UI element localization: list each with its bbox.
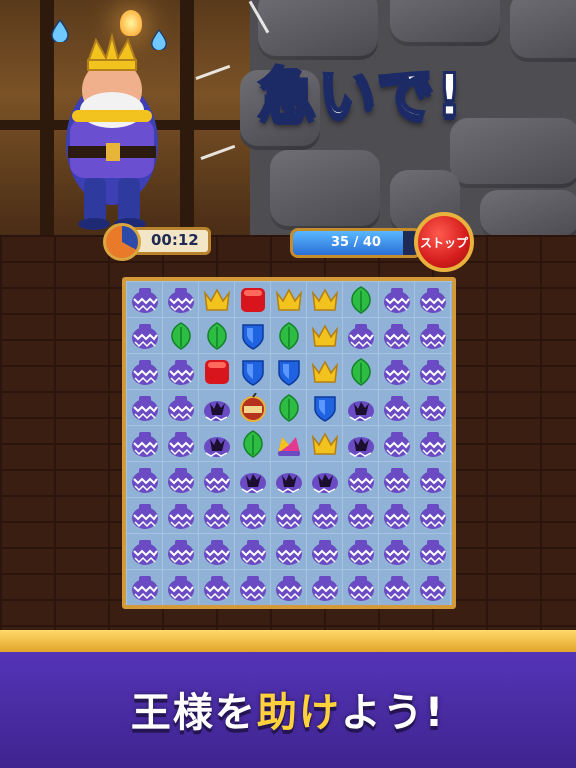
- broken-vase-icon[interactable]: [199, 390, 235, 426]
- vase-icon[interactable]: [163, 462, 199, 498]
- gold-rail: [0, 630, 576, 652]
- red-cube-icon[interactable]: [235, 282, 271, 318]
- crown-icon[interactable]: [199, 282, 235, 318]
- vase-icon[interactable]: [271, 498, 307, 534]
- vase-icon[interactable]: [127, 570, 163, 606]
- vase-icon[interactable]: [415, 318, 451, 354]
- vase-icon[interactable]: [127, 498, 163, 534]
- vase-icon[interactable]: [415, 534, 451, 570]
- broken-vase-icon[interactable]: [199, 426, 235, 462]
- timer-widget: 00:12: [103, 223, 211, 261]
- hurry-headline: 急いで!: [257, 60, 465, 131]
- vase-icon[interactable]: [343, 534, 379, 570]
- vase-icon[interactable]: [271, 534, 307, 570]
- vase-icon[interactable]: [199, 462, 235, 498]
- vase-icon[interactable]: [163, 390, 199, 426]
- green-leaf-icon[interactable]: [271, 390, 307, 426]
- blue-shield-icon[interactable]: [307, 390, 343, 426]
- moves-progress-bar: 35 / 40: [290, 228, 422, 258]
- vase-icon[interactable]: [235, 570, 271, 606]
- green-leaf-icon[interactable]: [343, 282, 379, 318]
- vase-icon[interactable]: [379, 498, 415, 534]
- tagline-part1: 王様を: [130, 690, 257, 736]
- vase-icon[interactable]: [343, 462, 379, 498]
- vase-icon[interactable]: [127, 354, 163, 390]
- vase-icon[interactable]: [415, 498, 451, 534]
- vase-icon[interactable]: [379, 282, 415, 318]
- vase-icon[interactable]: [199, 534, 235, 570]
- vase-icon[interactable]: [379, 570, 415, 606]
- vase-icon[interactable]: [415, 570, 451, 606]
- moves-counter: 35 / 40: [331, 235, 381, 250]
- broken-vase-icon[interactable]: [343, 390, 379, 426]
- vase-icon[interactable]: [163, 534, 199, 570]
- vase-icon[interactable]: [379, 534, 415, 570]
- vase-icon[interactable]: [379, 318, 415, 354]
- crown-icon[interactable]: [307, 318, 343, 354]
- vase-icon[interactable]: [127, 282, 163, 318]
- vase-icon[interactable]: [379, 462, 415, 498]
- tagline-part3: よう!: [340, 690, 446, 736]
- vase-icon[interactable]: [127, 462, 163, 498]
- blue-shield-icon[interactable]: [271, 354, 307, 390]
- vase-icon[interactable]: [307, 570, 343, 606]
- stop-button-label: ストップ: [419, 235, 468, 250]
- vase-icon[interactable]: [163, 354, 199, 390]
- sweat-drop-icon: [51, 18, 69, 42]
- story-scene: 急いで!: [0, 0, 576, 235]
- vase-icon[interactable]: [163, 282, 199, 318]
- vase-icon[interactable]: [199, 498, 235, 534]
- vase-icon[interactable]: [415, 426, 451, 462]
- broken-vase-icon[interactable]: [343, 426, 379, 462]
- vase-icon[interactable]: [163, 498, 199, 534]
- green-leaf-icon[interactable]: [235, 426, 271, 462]
- green-leaf-icon[interactable]: [343, 354, 379, 390]
- green-leaf-icon[interactable]: [199, 318, 235, 354]
- vase-icon[interactable]: [235, 534, 271, 570]
- broken-vase-icon[interactable]: [307, 462, 343, 498]
- crown-icon[interactable]: [271, 282, 307, 318]
- vase-icon[interactable]: [199, 570, 235, 606]
- red-cube-icon[interactable]: [199, 354, 235, 390]
- tagline-highlight: 助け: [256, 690, 341, 736]
- vase-icon[interactable]: [307, 534, 343, 570]
- stop-button[interactable]: ストップ: [414, 212, 474, 272]
- vase-icon[interactable]: [415, 282, 451, 318]
- vase-icon[interactable]: [379, 354, 415, 390]
- vase-icon[interactable]: [127, 318, 163, 354]
- vase-icon[interactable]: [415, 462, 451, 498]
- vase-icon[interactable]: [127, 426, 163, 462]
- timer-text: 00:12: [151, 231, 199, 249]
- crown-icon[interactable]: [307, 282, 343, 318]
- vase-icon[interactable]: [163, 426, 199, 462]
- timer-clock-icon: [103, 223, 141, 261]
- tnt-bomb-icon[interactable]: [235, 390, 271, 426]
- crown-icon[interactable]: [307, 426, 343, 462]
- crown-icon[interactable]: [307, 354, 343, 390]
- blue-shield-icon[interactable]: [235, 318, 271, 354]
- vase-icon[interactable]: [271, 570, 307, 606]
- vase-icon[interactable]: [307, 498, 343, 534]
- vase-icon[interactable]: [127, 534, 163, 570]
- vase-icon[interactable]: [343, 570, 379, 606]
- vase-icon[interactable]: [379, 426, 415, 462]
- vase-icon[interactable]: [415, 354, 451, 390]
- vase-icon[interactable]: [343, 318, 379, 354]
- jester-hat-icon[interactable]: [271, 426, 307, 462]
- vase-icon[interactable]: [379, 390, 415, 426]
- vase-icon[interactable]: [235, 498, 271, 534]
- vase-icon[interactable]: [343, 498, 379, 534]
- tagline: 王様を助けよう!: [0, 680, 576, 738]
- green-leaf-icon[interactable]: [271, 318, 307, 354]
- broken-vase-icon[interactable]: [271, 462, 307, 498]
- vase-icon[interactable]: [127, 390, 163, 426]
- green-leaf-icon[interactable]: [163, 318, 199, 354]
- sweat-drop-icon: [151, 28, 167, 50]
- puzzle-board: [122, 277, 456, 609]
- broken-vase-icon[interactable]: [235, 462, 271, 498]
- vase-icon[interactable]: [163, 570, 199, 606]
- blue-shield-icon[interactable]: [235, 354, 271, 390]
- vase-icon[interactable]: [415, 390, 451, 426]
